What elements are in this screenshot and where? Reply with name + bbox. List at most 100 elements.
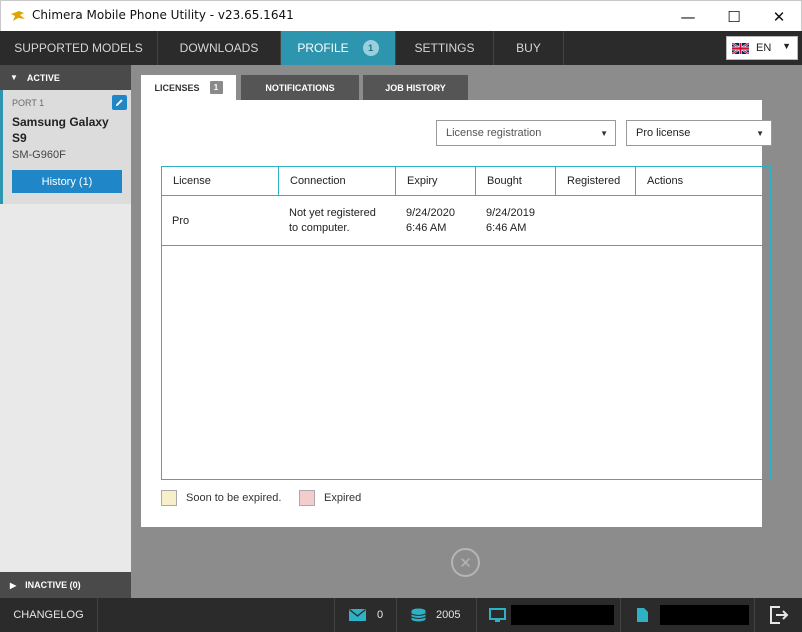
envelope-icon bbox=[349, 609, 366, 621]
language-value: EN bbox=[756, 42, 772, 54]
soon-expired-swatch bbox=[161, 490, 177, 506]
main-nav: SUPPORTED MODELS DOWNLOADS PROFILE 1 SET… bbox=[0, 31, 802, 65]
minimize-icon: — bbox=[680, 7, 696, 26]
edit-button[interactable] bbox=[112, 95, 127, 110]
changelog-label: CHANGELOG bbox=[13, 609, 84, 621]
expiry-cell: 9/24/2020 6:46 AM bbox=[396, 196, 476, 246]
main-content: LICENSES 1 NOTIFICATIONS JOB HISTORY Lic… bbox=[131, 65, 802, 598]
inactive-label: INACTIVE (0) bbox=[25, 580, 81, 590]
status-bar: CHANGELOG 0 2005 bbox=[0, 598, 802, 632]
connection-cell: Not yet registered to computer. bbox=[279, 196, 396, 246]
column-header[interactable]: Bought bbox=[476, 167, 556, 195]
close-button[interactable]: ✕ bbox=[756, 1, 802, 32]
logout-button[interactable] bbox=[754, 598, 802, 632]
close-circle-button[interactable]: ✕ bbox=[451, 548, 480, 577]
column-header[interactable]: Connection bbox=[279, 167, 396, 195]
subtab-label: NOTIFICATIONS bbox=[265, 82, 335, 93]
title-bar: Chimera Mobile Phone Utility - v23.65.16… bbox=[0, 0, 802, 31]
tab-supported-models[interactable]: SUPPORTED MODELS bbox=[0, 31, 158, 65]
profile-badge: 1 bbox=[362, 40, 379, 56]
credits-count: 2005 bbox=[436, 609, 461, 621]
uk-flag-icon bbox=[732, 42, 749, 54]
license-cell: Pro bbox=[172, 214, 190, 227]
licenses-panel: License registration ▼ Pro license ▼ Lic… bbox=[141, 100, 772, 527]
legend-label: Expired bbox=[324, 492, 362, 504]
table-header: License Connection Expiry Bought Registe… bbox=[162, 167, 770, 196]
subtab-label: JOB HISTORY bbox=[385, 82, 446, 93]
expiry-date: 9/24/2020 bbox=[406, 207, 455, 219]
expired-swatch bbox=[299, 490, 315, 506]
registration-filter-select[interactable]: License registration ▼ bbox=[436, 120, 616, 146]
port-card: PORT 1 Samsung Galaxy S9 SM-G960F Histor… bbox=[0, 90, 131, 204]
messages-indicator[interactable]: 0 bbox=[334, 598, 396, 632]
column-header[interactable]: Actions bbox=[636, 167, 770, 195]
minimize-button[interactable]: — bbox=[665, 1, 711, 32]
computer-indicator[interactable] bbox=[476, 598, 620, 632]
redacted-card-id bbox=[660, 605, 749, 625]
port-label: PORT 1 bbox=[12, 98, 45, 108]
close-icon: ✕ bbox=[459, 553, 472, 572]
licenses-badge: 1 bbox=[209, 81, 223, 94]
pencil-icon bbox=[115, 99, 123, 107]
tab-settings[interactable]: SETTINGS bbox=[396, 31, 494, 65]
column-header[interactable]: License bbox=[162, 167, 279, 195]
device-card-indicator[interactable] bbox=[620, 598, 754, 632]
subtab-job-history[interactable]: JOB HISTORY bbox=[363, 75, 468, 100]
table-row[interactable]: Pro Not yet registered to computer. 9/24… bbox=[162, 196, 770, 246]
maximize-icon: ☐ bbox=[727, 7, 741, 26]
subtab-licenses[interactable]: LICENSES 1 bbox=[141, 75, 236, 100]
collapse-triangle-icon: ▼ bbox=[10, 73, 18, 82]
column-header[interactable]: Expiry bbox=[396, 167, 476, 195]
licenses-table: License Connection Expiry Bought Registe… bbox=[161, 166, 771, 480]
active-section-header[interactable]: ▼ ACTIVE bbox=[0, 65, 131, 90]
chevron-down-icon: ▼ bbox=[600, 129, 608, 138]
language-select[interactable]: EN ▼ bbox=[726, 36, 798, 60]
credits-indicator[interactable]: 2005 bbox=[396, 598, 476, 632]
window-title: Chimera Mobile Phone Utility - v23.65.16… bbox=[32, 8, 294, 22]
tab-label: SUPPORTED MODELS bbox=[14, 41, 143, 55]
tab-profile[interactable]: PROFILE 1 bbox=[281, 31, 396, 65]
sim-card-icon bbox=[637, 608, 648, 622]
tab-label: BUY bbox=[516, 41, 541, 55]
connection-line: Not yet registered bbox=[289, 207, 376, 219]
chimera-logo-icon bbox=[11, 11, 25, 21]
registered-cell bbox=[556, 196, 636, 246]
bought-cell: 9/24/2019 6:46 AM bbox=[476, 196, 556, 246]
column-header[interactable]: Registered bbox=[556, 167, 636, 195]
changelog-button[interactable]: CHANGELOG bbox=[0, 598, 98, 632]
close-icon: ✕ bbox=[772, 7, 786, 26]
bought-date: 9/24/2019 bbox=[486, 207, 535, 219]
subtab-label: LICENSES bbox=[154, 82, 200, 93]
coins-icon bbox=[411, 608, 426, 622]
expiry-time: 6:46 AM bbox=[406, 222, 447, 234]
redacted-computer-id bbox=[511, 605, 614, 625]
license-type-select[interactable]: Pro license ▼ bbox=[626, 120, 772, 146]
monitor-icon bbox=[489, 607, 506, 622]
connection-line: to computer. bbox=[289, 222, 350, 234]
select-value: Pro license bbox=[636, 127, 691, 139]
sidebar: ▼ ACTIVE PORT 1 Samsung Galaxy S9 SM-G96… bbox=[0, 65, 131, 598]
tab-label: PROFILE bbox=[297, 41, 349, 55]
tab-downloads[interactable]: DOWNLOADS bbox=[158, 31, 281, 65]
chevron-down-icon: ▼ bbox=[756, 129, 764, 138]
messages-count: 0 bbox=[377, 609, 384, 621]
active-label: ACTIVE bbox=[26, 72, 60, 83]
maximize-button[interactable]: ☐ bbox=[711, 1, 757, 32]
device-model: SM-G960F bbox=[12, 149, 66, 161]
subtab-notifications[interactable]: NOTIFICATIONS bbox=[241, 75, 359, 100]
select-value: License registration bbox=[446, 127, 542, 139]
legend-label: Soon to be expired. bbox=[186, 492, 282, 504]
chevron-down-icon: ▼ bbox=[782, 41, 791, 51]
logout-icon bbox=[769, 606, 788, 624]
tab-label: SETTINGS bbox=[414, 41, 475, 55]
expand-triangle-icon: ▶ bbox=[10, 580, 17, 590]
inactive-section-header[interactable]: ▶ INACTIVE (0) bbox=[0, 572, 131, 598]
legend-soon-expired: Soon to be expired. bbox=[161, 490, 281, 506]
tab-buy[interactable]: BUY bbox=[494, 31, 564, 65]
bought-time: 6:46 AM bbox=[486, 222, 527, 234]
legend-expired: Expired bbox=[299, 490, 361, 506]
device-name: Samsung Galaxy S9 bbox=[12, 115, 109, 145]
tab-label: DOWNLOADS bbox=[179, 41, 259, 55]
history-button[interactable]: History (1) bbox=[12, 170, 122, 193]
actions-cell bbox=[636, 196, 770, 246]
